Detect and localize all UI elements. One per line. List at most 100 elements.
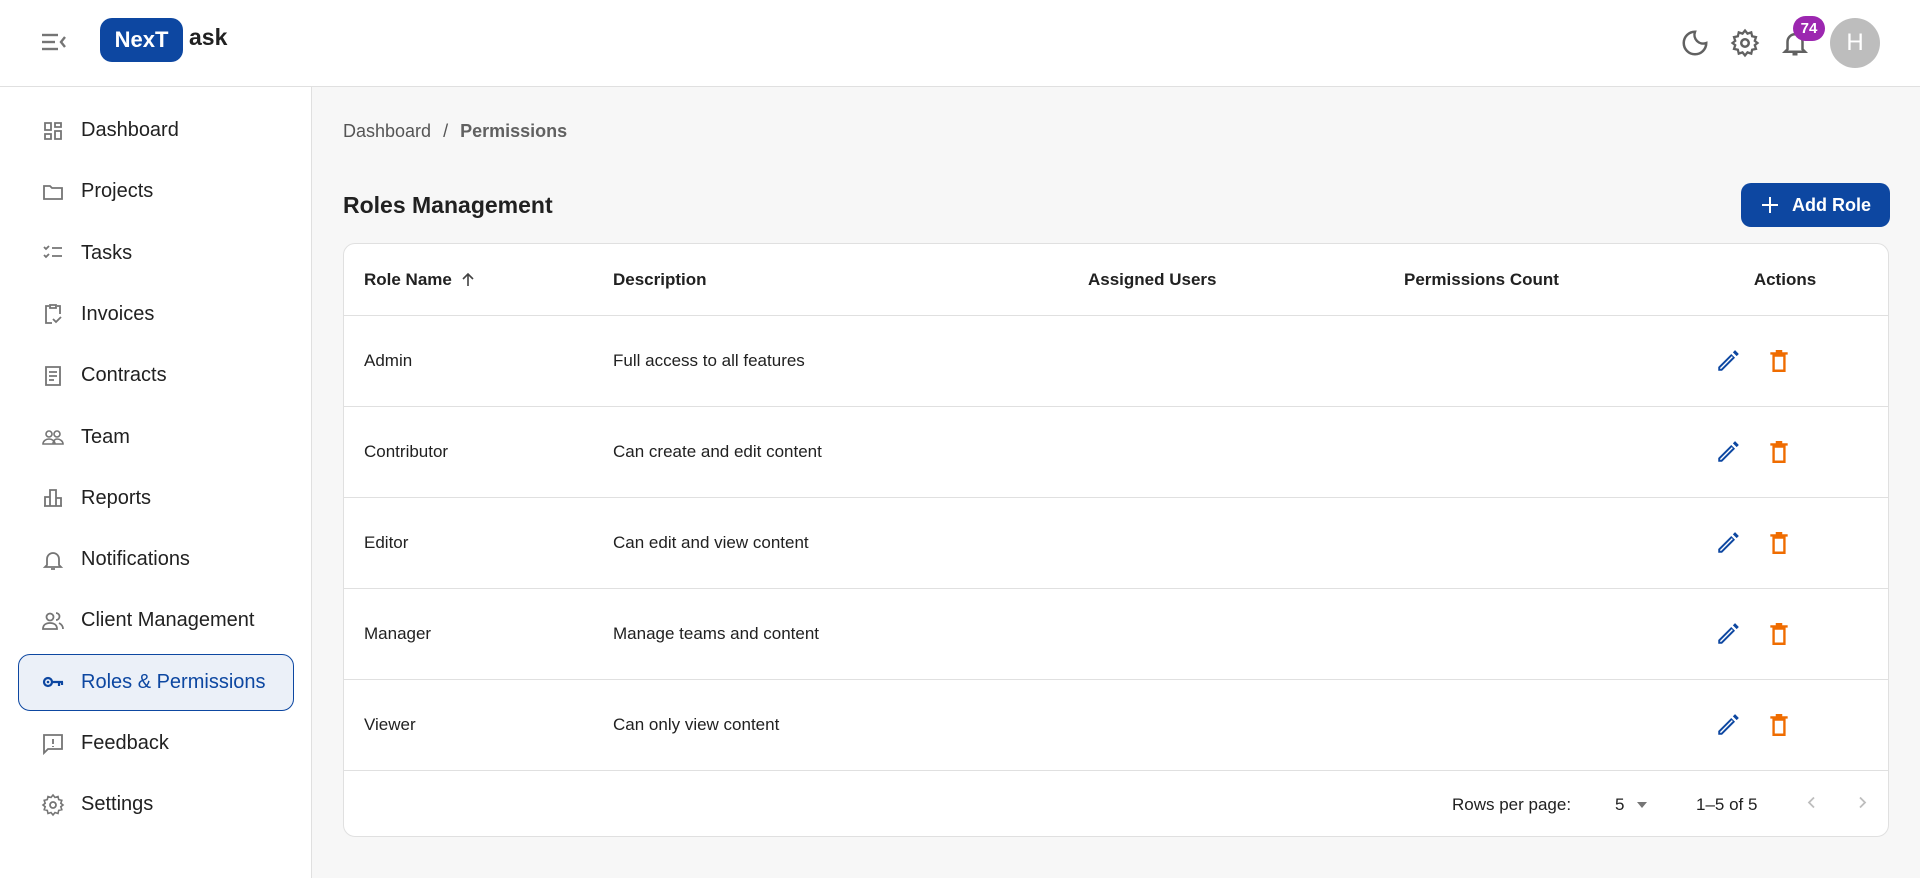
key-icon <box>42 677 64 688</box>
sidebar-item-label: Contracts <box>81 364 167 387</box>
table-row: Manager Manage teams and content <box>344 589 1888 680</box>
delete-role-button[interactable] <box>1766 348 1792 374</box>
next-page-button[interactable] <box>1854 794 1870 815</box>
column-header-role-name[interactable]: Role Name <box>364 270 476 290</box>
sidebar-item-roles-permissions[interactable]: Roles & Permissions <box>18 653 294 711</box>
role-name-header-label: Role Name <box>364 269 452 289</box>
roles-table: Role Name Description Assigned Users Per… <box>343 243 1889 837</box>
table-header-row: Role Name Description Assigned Users Per… <box>344 244 1888 316</box>
sidebar-nav: Dashboard Projects Tasks Invoices Contracts T… <box>0 87 312 878</box>
table-row: Contributor Can create and edit content <box>344 407 1888 498</box>
dashboard-icon <box>44 121 62 140</box>
bar-chart-icon <box>44 489 62 508</box>
edit-pencil-icon <box>1718 714 1739 735</box>
sidebar-item-label: Roles & Permissions <box>81 670 266 693</box>
previous-page-button[interactable] <box>1804 794 1820 815</box>
role-description: Full access to all features <box>613 351 805 370</box>
role-name: Contributor <box>364 442 449 461</box>
checklist-icon <box>43 245 62 259</box>
edit-pencil-icon <box>1718 532 1739 553</box>
role-description: Can only view content <box>613 715 780 734</box>
sort-ascending-arrow-icon[interactable] <box>460 272 476 288</box>
sidebar-item-reports[interactable]: Reports <box>18 470 294 527</box>
sidebar-item-label: Dashboard <box>81 119 179 141</box>
sidebar-item-client-management[interactable]: Client Management <box>18 592 294 649</box>
delete-role-button[interactable] <box>1766 712 1792 738</box>
plus-icon <box>1762 197 1778 213</box>
sidebar-item-label: Team <box>81 425 130 448</box>
pagination-range: 1–5 of 5 <box>1696 794 1758 814</box>
edit-role-button[interactable] <box>1715 439 1741 465</box>
edit-role-button[interactable] <box>1715 530 1741 556</box>
trash-icon <box>1770 714 1788 736</box>
folder-icon <box>43 184 63 200</box>
sidebar-item-tasks[interactable]: Tasks <box>18 225 294 282</box>
sidebar-item-feedback[interactable]: Feedback <box>18 715 294 772</box>
sidebar-item-settings[interactable]: Settings <box>18 776 294 833</box>
add-role-label: Add Role <box>1792 194 1871 215</box>
sidebar-item-dashboard[interactable]: Dashboard <box>18 102 294 159</box>
notification-count-badge: 74 <box>1793 16 1825 41</box>
sidebar-item-projects[interactable]: Projects <box>18 163 294 220</box>
role-name: Manager <box>364 624 432 643</box>
delete-role-button[interactable] <box>1766 439 1792 465</box>
sidebar-item-label: Projects <box>81 180 154 203</box>
edit-role-button[interactable] <box>1715 348 1741 374</box>
sidebar-item-label: Client Management <box>81 609 255 632</box>
sidebar-item-team[interactable]: Team <box>18 409 294 466</box>
table-pagination: Rows per page: 5 1–5 of 5 <box>344 771 1888 836</box>
role-name: Admin <box>364 351 413 370</box>
trash-icon <box>1770 532 1788 554</box>
settings-gear-icon[interactable] <box>1730 28 1760 58</box>
role-description: Can create and edit content <box>613 442 822 461</box>
sidebar-item-label: Settings <box>81 793 154 816</box>
trash-icon <box>1770 350 1788 372</box>
people-icon <box>42 611 64 630</box>
sidebar-item-invoices[interactable]: Invoices <box>18 286 294 343</box>
edit-role-button[interactable] <box>1715 712 1741 738</box>
column-header-description: Description <box>613 269 707 289</box>
edit-role-button[interactable] <box>1715 621 1741 647</box>
sidebar-item-label: Invoices <box>81 302 155 325</box>
role-description: Can edit and view content <box>613 533 809 552</box>
user-avatar[interactable]: H <box>1830 18 1880 68</box>
edit-pencil-icon <box>1718 441 1739 462</box>
rows-per-page-label: Rows per page: <box>1452 794 1572 814</box>
delete-role-button[interactable] <box>1766 621 1792 647</box>
breadcrumb-dashboard-link[interactable]: Dashboard <box>343 121 431 141</box>
table-row: Admin Full access to all features <box>344 316 1888 407</box>
edit-pencil-icon <box>1718 350 1739 371</box>
team-icon <box>42 430 64 445</box>
breadcrumb-separator: / <box>443 121 449 141</box>
page-title: Roles Management <box>343 192 553 218</box>
rows-per-page-select[interactable]: 5 <box>1615 795 1648 815</box>
breadcrumb-current: Permissions <box>460 121 568 141</box>
add-role-button[interactable]: Add Role <box>1741 183 1890 227</box>
breadcrumb: Dashboard / Permissions <box>343 121 567 142</box>
trash-icon <box>1770 623 1788 645</box>
table-row: Viewer Can only view content <box>344 680 1888 771</box>
sidebar-item-label: Notifications <box>81 548 190 571</box>
sidebar-item-contracts[interactable]: Contracts <box>18 347 294 404</box>
rows-per-page-value: 5 <box>1615 794 1625 814</box>
table-row: Editor Can edit and view content <box>344 498 1888 589</box>
role-description: Manage teams and content <box>613 624 820 643</box>
chevron-right-icon <box>1859 796 1867 808</box>
sidebar-item-label: Tasks <box>81 241 133 264</box>
document-icon <box>45 365 61 386</box>
bell-icon <box>42 551 64 570</box>
top-bar: NexT ask 74 H <box>0 0 1920 87</box>
edit-pencil-icon <box>1718 623 1739 644</box>
gear-icon <box>41 793 65 817</box>
column-header-actions: Actions <box>1753 269 1817 289</box>
dark-mode-moon-icon[interactable] <box>1680 28 1710 58</box>
sidebar-item-label: Feedback <box>81 732 169 754</box>
role-name: Editor <box>364 533 409 552</box>
sidebar-item-notifications[interactable]: Notifications <box>18 531 294 588</box>
logo-text: ask <box>189 24 228 50</box>
sidebar-item-label: Reports <box>81 486 152 509</box>
feedback-icon <box>43 733 63 755</box>
logo-mark: NexT <box>100 18 183 62</box>
delete-role-button[interactable] <box>1766 530 1792 556</box>
collapse-menu-icon[interactable] <box>40 30 68 54</box>
